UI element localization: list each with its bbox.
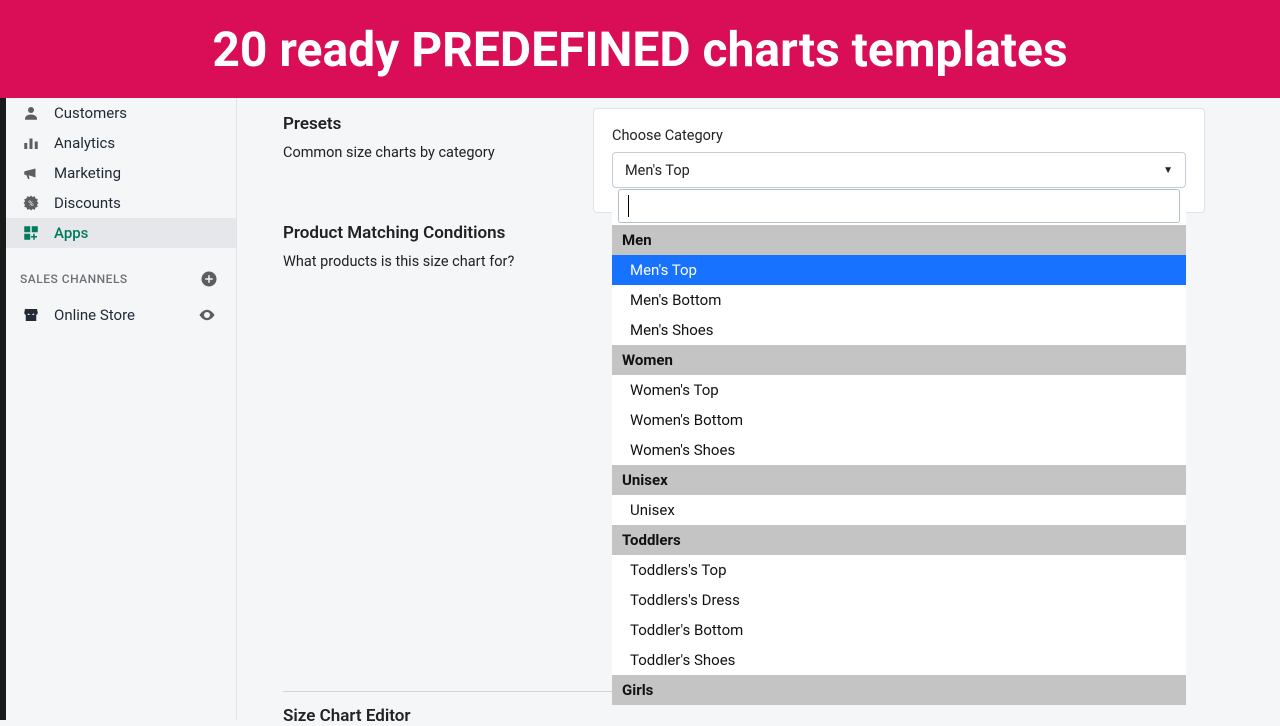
sales-channels-header: SALES CHANNELS [0,248,236,298]
section-label: SALES CHANNELS [20,272,128,286]
sidebar-item-label: Analytics [54,134,115,152]
option-group-header: Men [612,225,1186,255]
sidebar-item-analytics[interactable]: Analytics [0,128,236,158]
promo-banner: 20 ready PREDEFINED charts templates [0,0,1280,98]
category-option[interactable]: Women's Top [612,375,1186,405]
category-select[interactable]: Men's Top ▼ [612,152,1186,188]
store-icon [22,306,40,324]
view-store-button[interactable] [198,306,216,324]
matching-description: What products is this size chart for? [283,253,563,270]
bar-chart-icon [22,134,40,152]
category-option[interactable]: Toddler's Bottom [612,615,1186,645]
discount-icon: % [22,194,40,212]
chevron-down-icon: ▼ [1163,165,1173,176]
sidebar-item-apps[interactable]: Apps [0,218,236,248]
apps-icon [22,224,40,242]
category-option[interactable]: Toddlers's Top [612,555,1186,585]
settings-descriptions: Presets Common size charts by category P… [283,108,563,720]
sidebar-item-label: Apps [54,224,88,242]
person-icon [22,104,40,122]
channel-online-store[interactable]: Online Store [0,298,236,332]
category-dropdown: MenMen's TopMen's BottomMen's ShoesWomen… [612,189,1186,705]
category-option[interactable]: Men's Bottom [612,285,1186,315]
matching-heading: Product Matching Conditions [283,223,563,243]
category-option[interactable]: Men's Top [612,255,1186,285]
banner-title: 20 ready PREDEFINED charts templates [212,21,1067,78]
sidebar: Customers Analytics Marketing % Discount… [0,98,237,720]
sidebar-item-label: Discounts [54,194,121,212]
category-options: MenMen's TopMen's BottomMen's ShoesWomen… [612,225,1186,705]
category-option[interactable]: Toddlers's Dress [612,585,1186,615]
presets-heading: Presets [283,114,563,134]
category-option[interactable]: Women's Bottom [612,405,1186,435]
option-group-header: Girls [612,675,1186,705]
channel-label: Online Store [54,306,135,324]
sidebar-left-edge [0,98,6,720]
sidebar-item-marketing[interactable]: Marketing [0,158,236,188]
category-option[interactable]: Men's Shoes [612,315,1186,345]
matching-block: Product Matching Conditions What product… [283,223,563,270]
main-content: Presets Common size charts by category P… [237,98,1280,720]
presets-description: Common size charts by category [283,144,563,161]
megaphone-icon [22,164,40,182]
category-selected-value: Men's Top [625,162,690,179]
app-frame: Customers Analytics Marketing % Discount… [0,98,1280,720]
category-label: Choose Category [612,127,1186,144]
editor-heading-text: Size Chart Editor [283,706,411,726]
option-group-header: Women [612,345,1186,375]
category-search-input[interactable] [618,189,1180,223]
search-wrap [612,189,1186,223]
option-group-header: Toddlers [612,525,1186,555]
text-cursor [628,195,629,217]
sidebar-item-discounts[interactable]: % Discounts [0,188,236,218]
sidebar-item-label: Customers [54,104,127,122]
add-channel-button[interactable] [200,270,218,288]
presets-block: Presets Common size charts by category [283,114,563,161]
sidebar-item-customers[interactable]: Customers [0,98,236,128]
option-group-header: Unisex [612,465,1186,495]
category-option[interactable]: Women's Shoes [612,435,1186,465]
svg-text:%: % [28,199,34,208]
category-card: Choose Category Men's Top ▼ MenMen's Top… [593,108,1205,213]
category-option[interactable]: Unisex [612,495,1186,525]
category-option[interactable]: Toddler's Shoes [612,645,1186,675]
sidebar-item-label: Marketing [54,164,121,182]
